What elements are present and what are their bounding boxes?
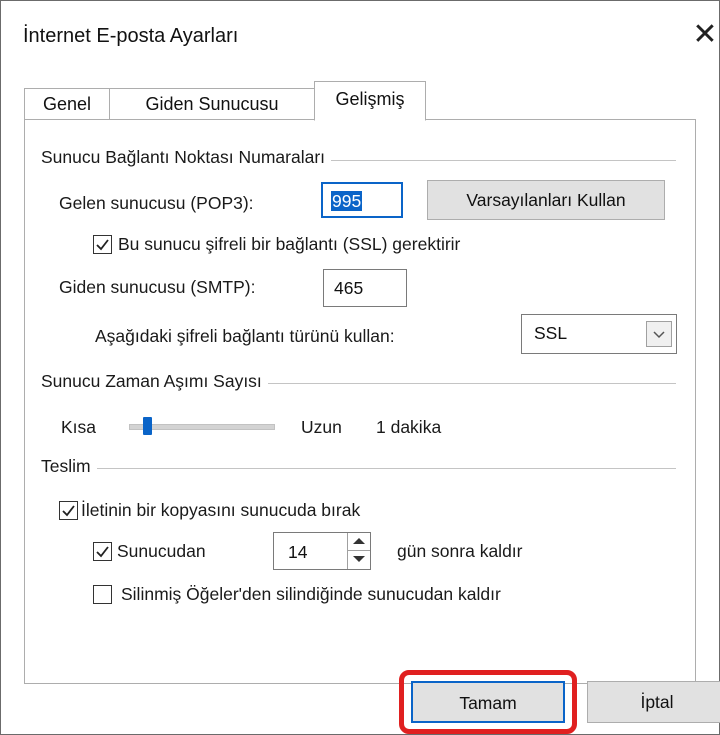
timeout-long-label: Uzun (301, 417, 342, 437)
group-divider-delivery (41, 468, 676, 469)
checkmark-icon (62, 505, 75, 517)
group-label-delivery: Teslim (41, 456, 97, 477)
chevron-down-icon[interactable] (646, 321, 672, 347)
checkmark-icon (96, 546, 109, 558)
close-icon[interactable]: ✕ (689, 15, 720, 55)
dialog-window: İnternet E-posta Ayarları ✕ Genel Giden … (0, 0, 720, 735)
remove-after-checkbox[interactable] (93, 542, 112, 561)
dialog-title: İnternet E-posta Ayarları (23, 25, 239, 47)
use-defaults-button[interactable]: Varsayılanları Kullan (427, 180, 665, 220)
timeout-slider-thumb[interactable] (142, 417, 152, 435)
remove-after-label: Sunucudan (117, 541, 206, 561)
ssl-required-label: Bu sunucu şifreli bir bağlantı (SSL) ger… (118, 234, 461, 254)
checkmark-icon (96, 239, 109, 251)
incoming-port-value: 995 (331, 191, 363, 211)
timeout-short-label: Kısa (61, 417, 97, 437)
incoming-port-input[interactable]: 995 (321, 182, 403, 218)
stepper-down-button[interactable] (348, 551, 370, 569)
remove-deleted-checkbox[interactable] (93, 585, 112, 604)
tab-genel[interactable]: Genel (24, 88, 110, 119)
stepper-up-button[interactable] (348, 533, 370, 551)
encryption-type-value: SSL (534, 323, 568, 343)
days-stepper-buttons (347, 533, 370, 569)
group-label-timeout: Sunucu Zaman Aşımı Sayısı (41, 371, 268, 392)
ssl-required-checkbox[interactable] (93, 235, 112, 254)
tab-giden-sunucusu[interactable]: Giden Sunucusu (109, 88, 315, 119)
cancel-button[interactable]: İptal (587, 681, 720, 723)
leave-copy-checkbox[interactable] (59, 501, 78, 520)
outgoing-port-label: Giden sunucusu (SMTP): (59, 277, 256, 297)
encryption-type-label: Aşağıdaki şifreli bağlantı türünü kullan… (95, 326, 395, 346)
outgoing-port-input[interactable]: 465 (323, 269, 407, 307)
days-stepper[interactable]: 14 (273, 532, 371, 570)
group-label-ports: Sunucu Bağlantı Noktası Numaraları (41, 147, 332, 168)
caret-up-icon (353, 538, 365, 544)
timeout-value: 1 dakika (376, 417, 442, 437)
caret-down-icon (353, 556, 365, 562)
remove-deleted-label: Silinmiş Öğeler'den silindiğinde sunucud… (121, 584, 501, 604)
days-value: 14 (288, 542, 308, 562)
ok-button-highlight (399, 670, 577, 734)
incoming-port-label: Gelen sunucusu (POP3): (59, 193, 254, 213)
leave-copy-label: İletinin bir kopyasını sunucuda bırak (81, 500, 361, 520)
encryption-type-select[interactable]: SSL (521, 314, 677, 354)
days-suffix-label: gün sonra kaldır (397, 541, 523, 561)
tab-gelismis[interactable]: Gelişmiş (314, 81, 426, 121)
